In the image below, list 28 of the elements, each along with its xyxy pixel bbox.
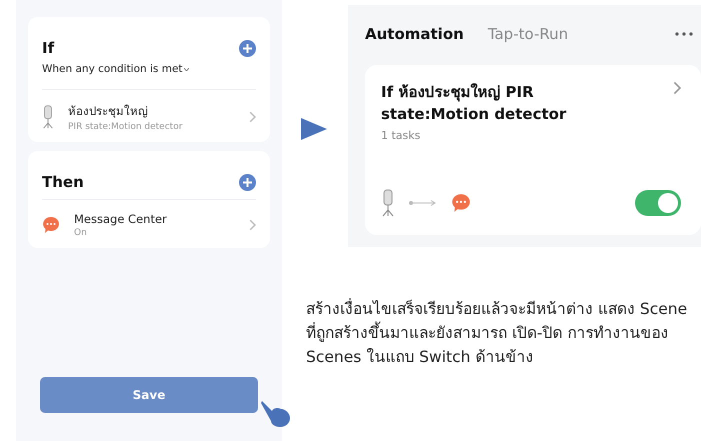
list-item[interactable]: ห้องประชุมใหญ่ PIR state:Motion detector xyxy=(42,89,256,142)
add-icon[interactable] xyxy=(239,40,256,56)
section-title: If xyxy=(42,39,54,57)
item-detail: On xyxy=(74,228,88,238)
chevron-right-icon xyxy=(248,219,256,231)
chat-bubble-icon xyxy=(451,193,471,213)
chat-bubble-icon xyxy=(42,216,60,234)
automation-card[interactable]: If ห้องประชุมใหญ่ PIR state:Motion detector 1 tasks xyxy=(365,65,701,235)
automation-title: If ห้องประชุมใหญ่ PIR state:Motion detector xyxy=(381,82,568,125)
caption-text: สร้างเงื่อนไขเสร็จเรียบร้อยแล้วจะมีหน้าต่าง แสดง Scene ที่ถูกสร้างขึ้นมาและยังสามารถ เปิด-ปิด การทำงานของ Scenes ในแถบ Switch ด้านข้าง xyxy=(306,297,688,368)
section-title: Then xyxy=(42,173,84,191)
chevron-right-icon xyxy=(672,81,681,95)
item-name: ห้องประชุมใหญ่ xyxy=(68,103,149,120)
add-icon[interactable] xyxy=(239,174,256,190)
item-name: Message Center xyxy=(74,212,168,226)
arrow-icon xyxy=(409,200,437,206)
play-triangle-icon xyxy=(301,118,327,140)
chevron-right-icon xyxy=(248,111,256,123)
sensor-icon xyxy=(381,189,395,217)
condition-mode-dropdown[interactable]: When any condition is met xyxy=(42,63,256,75)
task-count: 1 tasks xyxy=(381,129,422,142)
tab[interactable]: Automation xyxy=(365,25,464,43)
list-item[interactable]: Message Center On xyxy=(42,199,256,248)
sensor-icon xyxy=(42,105,54,129)
toggle-switch[interactable] xyxy=(635,190,681,216)
item-detail: PIR state:Motion detector xyxy=(68,122,184,132)
caret-icon xyxy=(184,68,189,71)
more-icon[interactable] xyxy=(675,32,693,36)
